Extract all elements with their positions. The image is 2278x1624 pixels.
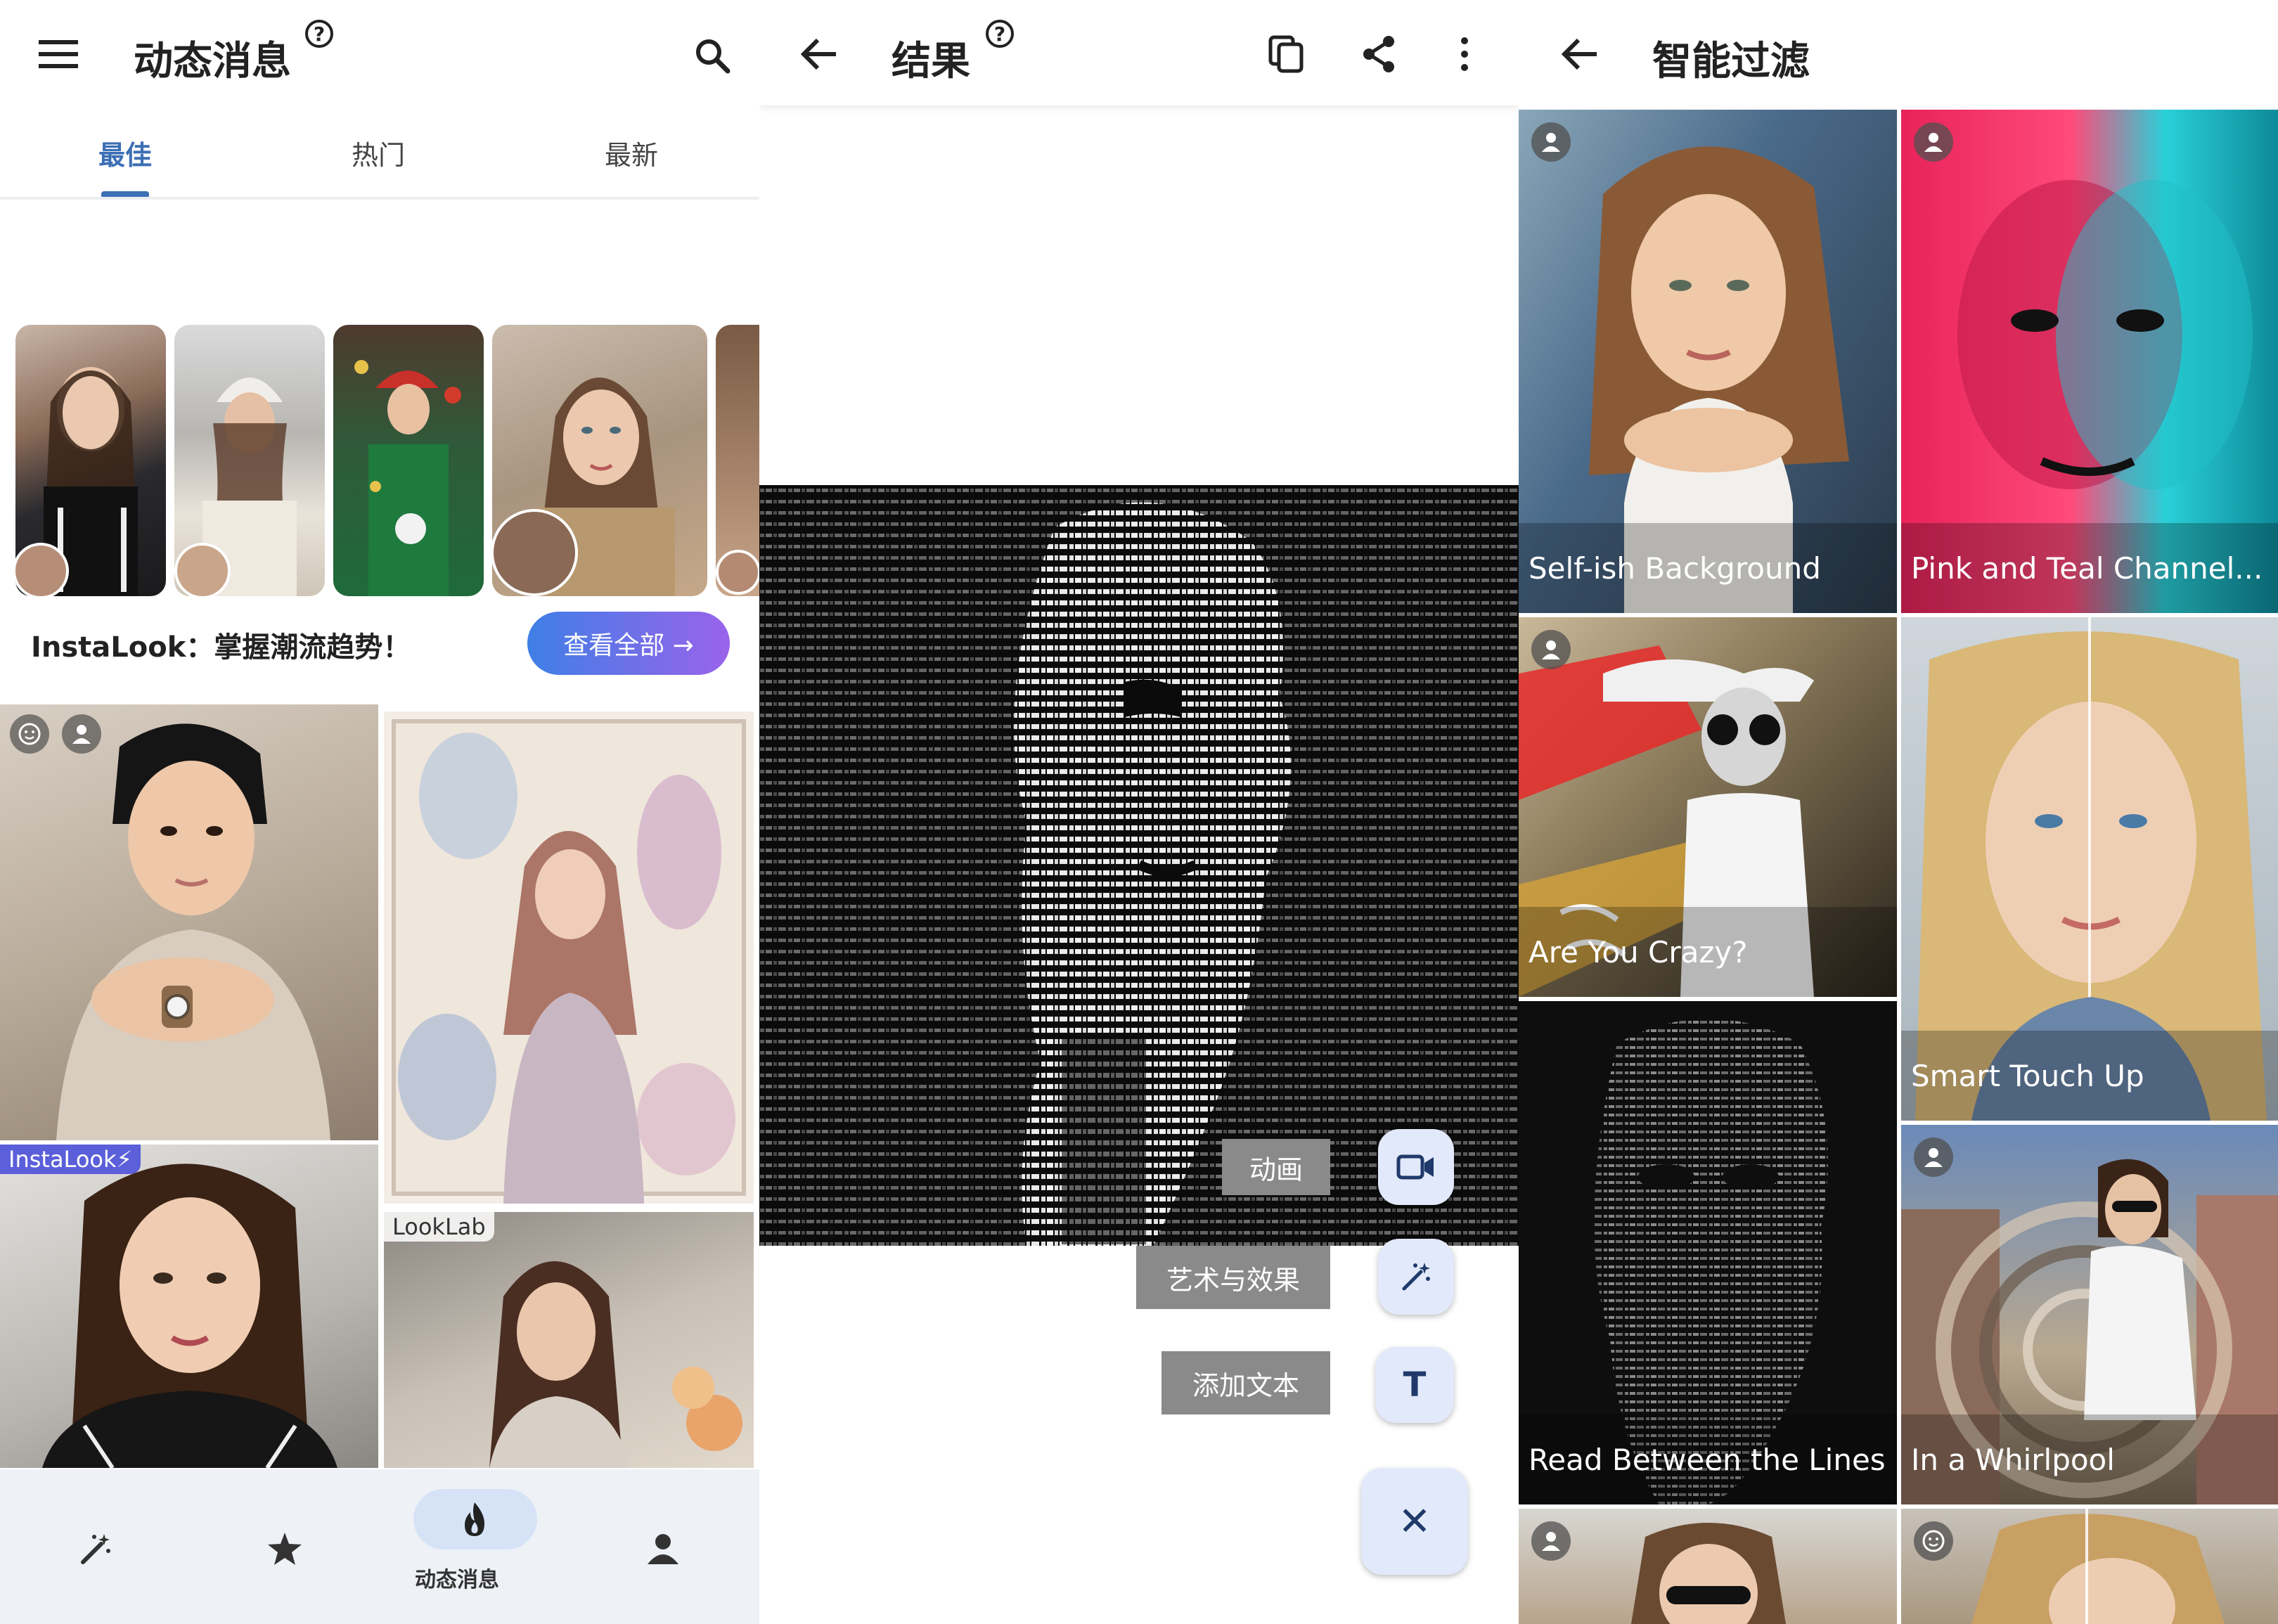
filter-tile[interactable]: Pink and Teal Channel... xyxy=(1901,110,2278,613)
view-all-button[interactable]: 查看全部 → xyxy=(527,612,730,675)
filter-tile[interactable]: In a Whirlpool xyxy=(1901,1125,2278,1504)
tab-best[interactable]: 最佳 xyxy=(98,134,152,172)
avatar xyxy=(174,543,231,596)
page-title: 动态消息 xyxy=(134,39,291,84)
more-vert-icon[interactable] xyxy=(1447,30,1482,79)
flame-icon[interactable] xyxy=(450,1497,499,1541)
help-icon[interactable]: ? xyxy=(986,20,1014,48)
fab-label-art-effects[interactable]: 艺术与效果 xyxy=(1136,1246,1330,1309)
filter-title: Are You Crazy? xyxy=(1519,907,1897,997)
person-icon xyxy=(1531,630,1571,669)
filter-tile[interactable]: Smart Touch Up xyxy=(1901,617,2278,1121)
page-title: 结果 xyxy=(892,39,970,84)
avatar xyxy=(15,543,69,596)
avatar xyxy=(716,550,759,595)
person-icon xyxy=(1531,1521,1571,1561)
tab-newest[interactable]: 最新 xyxy=(605,134,658,172)
story-thumbnail[interactable] xyxy=(716,325,759,596)
close-icon[interactable]: ✕ xyxy=(1361,1468,1468,1575)
back-arrow-icon[interactable] xyxy=(1557,31,1603,77)
smart-filter-screen: 智能过滤 Self-ish Background Pink and Teal C… xyxy=(1519,0,2278,1624)
fab-label-add-text[interactable]: 添加文本 xyxy=(1161,1351,1330,1414)
back-arrow-icon[interactable] xyxy=(796,31,842,77)
tab-popular[interactable]: 热门 xyxy=(352,134,405,172)
filter-title: Pink and Teal Channel... xyxy=(1901,523,2278,613)
feed-card[interactable]: InstaLook⚡ xyxy=(0,1145,378,1468)
share-icon[interactable] xyxy=(1354,30,1403,79)
promo-text: InstaLook：掌握潮流趋势！ xyxy=(31,631,411,664)
status-badge: InstaLook⚡ xyxy=(0,1145,141,1174)
magic-wand-icon[interactable] xyxy=(1378,1239,1454,1315)
text-icon[interactable]: T xyxy=(1375,1347,1454,1423)
copy-icon[interactable] xyxy=(1261,30,1311,79)
search-icon[interactable] xyxy=(688,31,737,80)
toolbar xyxy=(759,0,1519,105)
story-thumbnail[interactable] xyxy=(174,325,325,596)
fab-label-animation[interactable]: 动画 xyxy=(1222,1139,1330,1195)
filter-tile[interactable] xyxy=(1901,1509,2278,1624)
filter-tile[interactable]: Self-ish Background xyxy=(1519,110,1897,613)
person-icon xyxy=(1531,122,1571,162)
feed-card[interactable] xyxy=(0,704,378,1140)
page-title: 智能过滤 xyxy=(1652,39,1810,84)
nav-label-feed: 动态消息 xyxy=(415,1568,499,1592)
star-icon[interactable] xyxy=(260,1524,309,1573)
filter-tile[interactable]: Read Between the Lines xyxy=(1519,1001,1897,1504)
avatar xyxy=(492,509,578,596)
status-badge: LookLab xyxy=(384,1212,494,1242)
face-icon xyxy=(1914,1521,1953,1561)
menu-icon[interactable] xyxy=(35,31,82,77)
filter-tile[interactable] xyxy=(1519,1509,1897,1624)
filter-title: In a Whirlpool xyxy=(1901,1414,2278,1504)
filter-title: Self-ish Background xyxy=(1519,523,1897,613)
divider xyxy=(0,197,759,200)
help-icon[interactable]: ? xyxy=(305,20,333,48)
story-thumbnail[interactable] xyxy=(333,325,484,596)
person-icon xyxy=(1914,1138,1953,1177)
feed-screen: 动态消息 ? 最佳 热门 最新 InstaLook：掌握潮流趋势！ 查看全部 → xyxy=(0,0,759,1624)
story-thumbnail[interactable] xyxy=(15,325,166,596)
person-icon xyxy=(62,714,101,754)
face-icon xyxy=(10,714,49,754)
result-screen: 结果 ? 动画 艺术与效果 添加文本 T ✕ xyxy=(759,0,1519,1624)
filter-title: Read Between the Lines xyxy=(1519,1414,1897,1504)
magic-wand-icon[interactable] xyxy=(70,1524,120,1573)
feed-card[interactable] xyxy=(384,711,754,1204)
filter-title: Smart Touch Up xyxy=(1901,1031,2278,1121)
person-icon[interactable] xyxy=(638,1524,688,1573)
person-icon xyxy=(1914,122,1953,162)
feed-card[interactable]: LookLab xyxy=(384,1212,754,1468)
filter-tile[interactable]: Are You Crazy? xyxy=(1519,617,1897,997)
story-thumbnail[interactable] xyxy=(492,325,707,596)
video-camera-icon[interactable] xyxy=(1378,1129,1454,1205)
